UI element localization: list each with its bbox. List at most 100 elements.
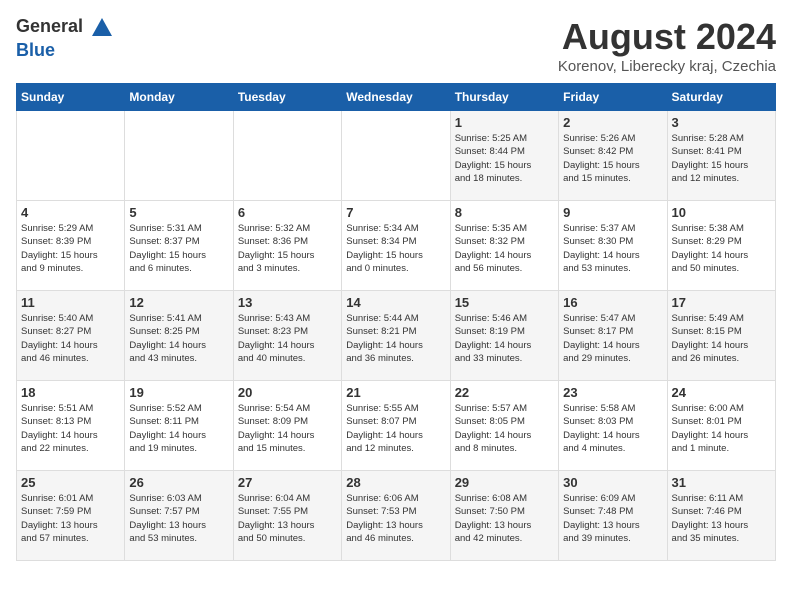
- day-number: 29: [455, 475, 554, 490]
- day-info: Sunrise: 5:26 AM Sunset: 8:42 PM Dayligh…: [563, 132, 662, 185]
- day-info: Sunrise: 5:41 AM Sunset: 8:25 PM Dayligh…: [129, 312, 228, 365]
- calendar-cell: 12 Sunrise: 5:41 AM Sunset: 8:25 PM Dayli…: [125, 291, 233, 381]
- day-info: Sunrise: 5:37 AM Sunset: 8:30 PM Dayligh…: [563, 222, 662, 275]
- calendar-cell: 29 Sunrise: 6:08 AM Sunset: 7:50 PM Dayli…: [450, 471, 558, 561]
- day-number: 23: [563, 385, 662, 400]
- calendar-cell: 6 Sunrise: 5:32 AM Sunset: 8:36 PM Daylig…: [233, 201, 341, 291]
- weekday-header-thursday: Thursday: [450, 84, 558, 111]
- day-info: Sunrise: 5:58 AM Sunset: 8:03 PM Dayligh…: [563, 402, 662, 455]
- month-title: August 2024: [558, 16, 776, 58]
- calendar-cell: 25 Sunrise: 6:01 AM Sunset: 7:59 PM Dayli…: [17, 471, 125, 561]
- day-info: Sunrise: 6:09 AM Sunset: 7:48 PM Dayligh…: [563, 492, 662, 545]
- day-number: 26: [129, 475, 228, 490]
- day-info: Sunrise: 5:57 AM Sunset: 8:05 PM Dayligh…: [455, 402, 554, 455]
- logo-blue: Blue: [16, 40, 55, 60]
- day-info: Sunrise: 5:32 AM Sunset: 8:36 PM Dayligh…: [238, 222, 337, 275]
- day-info: Sunrise: 5:47 AM Sunset: 8:17 PM Dayligh…: [563, 312, 662, 365]
- day-info: Sunrise: 5:25 AM Sunset: 8:44 PM Dayligh…: [455, 132, 554, 185]
- day-number: 12: [129, 295, 228, 310]
- location-subtitle: Korenov, Liberecky kraj, Czechia: [558, 58, 776, 75]
- day-number: 9: [563, 205, 662, 220]
- day-info: Sunrise: 5:55 AM Sunset: 8:07 PM Dayligh…: [346, 402, 445, 455]
- title-section: August 2024 Korenov, Liberecky kraj, Cze…: [558, 16, 776, 75]
- calendar-cell: 5 Sunrise: 5:31 AM Sunset: 8:37 PM Daylig…: [125, 201, 233, 291]
- calendar-cell: 15Sunrise: 5:46 AM Sunset: 8:19 PM Dayli…: [450, 291, 558, 381]
- day-info: Sunrise: 6:04 AM Sunset: 7:55 PM Dayligh…: [238, 492, 337, 545]
- day-number: 16: [563, 295, 662, 310]
- calendar-cell: 13 Sunrise: 5:43 AM Sunset: 8:23 PM Dayli…: [233, 291, 341, 381]
- day-info: Sunrise: 5:44 AM Sunset: 8:21 PM Dayligh…: [346, 312, 445, 365]
- day-info: Sunrise: 5:40 AM Sunset: 8:27 PM Dayligh…: [21, 312, 120, 365]
- week-row-2: 4 Sunrise: 5:29 AM Sunset: 8:39 PM Daylig…: [17, 201, 776, 291]
- day-info: Sunrise: 5:28 AM Sunset: 8:41 PM Dayligh…: [672, 132, 771, 185]
- calendar-cell: [125, 111, 233, 201]
- calendar-cell: 31Sunrise: 6:11 AM Sunset: 7:46 PM Dayli…: [667, 471, 775, 561]
- page-header: General Blue August 2024 Korenov, Libere…: [16, 16, 776, 75]
- day-number: 22: [455, 385, 554, 400]
- day-info: Sunrise: 6:11 AM Sunset: 7:46 PM Dayligh…: [672, 492, 771, 545]
- day-number: 19: [129, 385, 228, 400]
- week-row-1: 1 Sunrise: 5:25 AM Sunset: 8:44 PM Daylig…: [17, 111, 776, 201]
- week-row-4: 18Sunrise: 5:51 AM Sunset: 8:13 PM Dayli…: [17, 381, 776, 471]
- logo-icon: [90, 16, 114, 40]
- calendar-cell: 4 Sunrise: 5:29 AM Sunset: 8:39 PM Daylig…: [17, 201, 125, 291]
- day-info: Sunrise: 5:29 AM Sunset: 8:39 PM Dayligh…: [21, 222, 120, 275]
- day-info: Sunrise: 6:03 AM Sunset: 7:57 PM Dayligh…: [129, 492, 228, 545]
- day-number: 14: [346, 295, 445, 310]
- calendar-cell: 18Sunrise: 5:51 AM Sunset: 8:13 PM Dayli…: [17, 381, 125, 471]
- day-info: Sunrise: 6:08 AM Sunset: 7:50 PM Dayligh…: [455, 492, 554, 545]
- calendar-cell: 30Sunrise: 6:09 AM Sunset: 7:48 PM Dayli…: [559, 471, 667, 561]
- weekday-header-tuesday: Tuesday: [233, 84, 341, 111]
- day-number: 18: [21, 385, 120, 400]
- day-number: 5: [129, 205, 228, 220]
- day-number: 7: [346, 205, 445, 220]
- calendar-cell: 2 Sunrise: 5:26 AM Sunset: 8:42 PM Daylig…: [559, 111, 667, 201]
- day-number: 27: [238, 475, 337, 490]
- logo-general: General: [16, 16, 83, 36]
- calendar-cell: [233, 111, 341, 201]
- weekday-header-row: SundayMondayTuesdayWednesdayThursdayFrid…: [17, 84, 776, 111]
- weekday-header-monday: Monday: [125, 84, 233, 111]
- calendar-cell: [17, 111, 125, 201]
- weekday-header-saturday: Saturday: [667, 84, 775, 111]
- calendar-table: SundayMondayTuesdayWednesdayThursdayFrid…: [16, 83, 776, 561]
- day-number: 25: [21, 475, 120, 490]
- day-info: Sunrise: 5:54 AM Sunset: 8:09 PM Dayligh…: [238, 402, 337, 455]
- day-number: 3: [672, 115, 771, 130]
- day-number: 20: [238, 385, 337, 400]
- calendar-cell: 20 Sunrise: 5:54 AM Sunset: 8:09 PM Dayli…: [233, 381, 341, 471]
- calendar-cell: 3 Sunrise: 5:28 AM Sunset: 8:41 PM Daylig…: [667, 111, 775, 201]
- day-number: 4: [21, 205, 120, 220]
- day-info: Sunrise: 6:01 AM Sunset: 7:59 PM Dayligh…: [21, 492, 120, 545]
- calendar-cell: 23 Sunrise: 5:58 AM Sunset: 8:03 PM Dayli…: [559, 381, 667, 471]
- calendar-cell: 19Sunrise: 5:52 AM Sunset: 8:11 PM Dayli…: [125, 381, 233, 471]
- logo: General Blue: [16, 16, 114, 61]
- day-number: 15: [455, 295, 554, 310]
- week-row-3: 11 Sunrise: 5:40 AM Sunset: 8:27 PM Dayli…: [17, 291, 776, 381]
- day-info: Sunrise: 6:00 AM Sunset: 8:01 PM Dayligh…: [672, 402, 771, 455]
- day-number: 13: [238, 295, 337, 310]
- day-number: 11: [21, 295, 120, 310]
- day-number: 21: [346, 385, 445, 400]
- calendar-cell: 21 Sunrise: 5:55 AM Sunset: 8:07 PM Dayli…: [342, 381, 450, 471]
- week-row-5: 25 Sunrise: 6:01 AM Sunset: 7:59 PM Dayli…: [17, 471, 776, 561]
- day-info: Sunrise: 5:31 AM Sunset: 8:37 PM Dayligh…: [129, 222, 228, 275]
- calendar-cell: 22 Sunrise: 5:57 AM Sunset: 8:05 PM Dayli…: [450, 381, 558, 471]
- day-info: Sunrise: 5:43 AM Sunset: 8:23 PM Dayligh…: [238, 312, 337, 365]
- day-info: Sunrise: 5:34 AM Sunset: 8:34 PM Dayligh…: [346, 222, 445, 275]
- day-number: 17: [672, 295, 771, 310]
- day-number: 6: [238, 205, 337, 220]
- day-number: 2: [563, 115, 662, 130]
- day-number: 28: [346, 475, 445, 490]
- calendar-cell: 1 Sunrise: 5:25 AM Sunset: 8:44 PM Daylig…: [450, 111, 558, 201]
- calendar-cell: 14 Sunrise: 5:44 AM Sunset: 8:21 PM Dayli…: [342, 291, 450, 381]
- calendar-cell: 26 Sunrise: 6:03 AM Sunset: 7:57 PM Dayli…: [125, 471, 233, 561]
- day-number: 24: [672, 385, 771, 400]
- calendar-cell: [342, 111, 450, 201]
- calendar-cell: 8Sunrise: 5:35 AM Sunset: 8:32 PM Daylig…: [450, 201, 558, 291]
- day-number: 1: [455, 115, 554, 130]
- calendar-cell: 17Sunrise: 5:49 AM Sunset: 8:15 PM Dayli…: [667, 291, 775, 381]
- calendar-cell: 11 Sunrise: 5:40 AM Sunset: 8:27 PM Dayli…: [17, 291, 125, 381]
- day-number: 10: [672, 205, 771, 220]
- calendar-cell: 7 Sunrise: 5:34 AM Sunset: 8:34 PM Daylig…: [342, 201, 450, 291]
